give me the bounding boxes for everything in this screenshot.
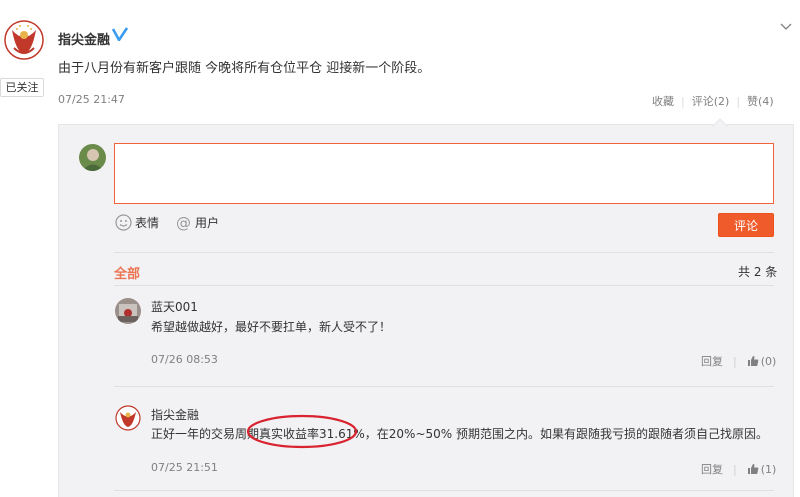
svg-text:@: @ bbox=[176, 214, 191, 231]
comment-time: 07/25 21:51 bbox=[151, 461, 218, 474]
mention-label: 用户 bbox=[195, 215, 220, 230]
comment-button[interactable]: 评论(2) bbox=[692, 95, 730, 108]
action-separator: | bbox=[733, 354, 737, 368]
action-separator: | bbox=[736, 95, 741, 108]
brand-logo-icon bbox=[4, 20, 44, 60]
comment-text: 希望越做越好，最好不要扛单，新人受不了！ bbox=[151, 320, 392, 334]
comment-avatar[interactable] bbox=[115, 405, 141, 431]
comment-text-part: 正好一年的交易周期 bbox=[151, 427, 260, 441]
comment-actions: 回复 | (1) bbox=[701, 461, 776, 477]
post-time[interactable]: 07/25 21:47 bbox=[58, 93, 125, 106]
post-author-avatar[interactable] bbox=[4, 18, 44, 70]
comment-like-button[interactable]: (1) bbox=[747, 462, 777, 476]
reply-button[interactable]: 回复 bbox=[701, 353, 723, 369]
comment-text: 正好一年的交易周期真实收益率31.61%，在20%~50% 预期范围之内。如果有… bbox=[151, 425, 768, 442]
verified-icon bbox=[111, 27, 129, 42]
comment-text-part: ，在20%~50% 预期范围之内。如果有跟随我亏损的跟随者须自己找原因。 bbox=[364, 427, 768, 441]
favorite-button[interactable]: 收藏 bbox=[652, 95, 674, 108]
emoji-icon bbox=[115, 213, 132, 231]
divider bbox=[114, 490, 774, 491]
reply-button[interactable]: 回复 bbox=[701, 461, 723, 477]
emoji-label: 表情 bbox=[135, 215, 160, 230]
comment-actions: 回复 | (0) bbox=[701, 353, 776, 369]
action-separator: | bbox=[733, 462, 737, 476]
divider bbox=[114, 252, 774, 253]
highlight-ellipse bbox=[246, 414, 358, 449]
like-icon bbox=[747, 356, 759, 366]
comment-author[interactable]: 蓝天001 bbox=[151, 298, 198, 315]
current-user-avatar[interactable] bbox=[79, 144, 106, 171]
comment-author[interactable]: 指尖金融 bbox=[151, 406, 199, 423]
post-action-bar: 收藏 | 评论(2) | 赞(4) bbox=[652, 93, 774, 109]
divider bbox=[114, 386, 774, 387]
post-author-name[interactable]: 指尖金融 bbox=[58, 29, 110, 48]
action-separator: | bbox=[681, 95, 685, 108]
comment-like-button[interactable]: (0) bbox=[747, 354, 777, 368]
comment-count: 共 2 条 bbox=[738, 265, 778, 279]
post-text: 由于八月份有新客户跟随 今晚将所有仓位平仓 迎接新一个阶段。 bbox=[58, 61, 431, 76]
comment-like-count: (0) bbox=[760, 354, 777, 368]
follow-button[interactable]: 已关注 bbox=[0, 78, 44, 97]
comment-like-count: (1) bbox=[760, 462, 777, 476]
like-icon bbox=[747, 464, 759, 474]
chevron-down-icon[interactable] bbox=[780, 20, 792, 30]
at-icon: @ bbox=[176, 214, 191, 231]
comment-time: 07/26 08:53 bbox=[151, 353, 218, 366]
mention-button[interactable]: @ 用户 bbox=[175, 213, 219, 231]
like-button[interactable]: 赞(4) bbox=[747, 95, 774, 108]
divider bbox=[114, 285, 774, 286]
tab-all-comments[interactable]: 全部 bbox=[114, 263, 140, 282]
panel-caret bbox=[711, 116, 729, 128]
brand-logo-icon bbox=[115, 405, 141, 431]
submit-comment-button[interactable]: 评论 bbox=[718, 213, 774, 237]
comment-avatar[interactable] bbox=[115, 298, 141, 324]
emoji-button[interactable]: 表情 bbox=[115, 213, 159, 231]
comment-input[interactable] bbox=[114, 143, 774, 204]
